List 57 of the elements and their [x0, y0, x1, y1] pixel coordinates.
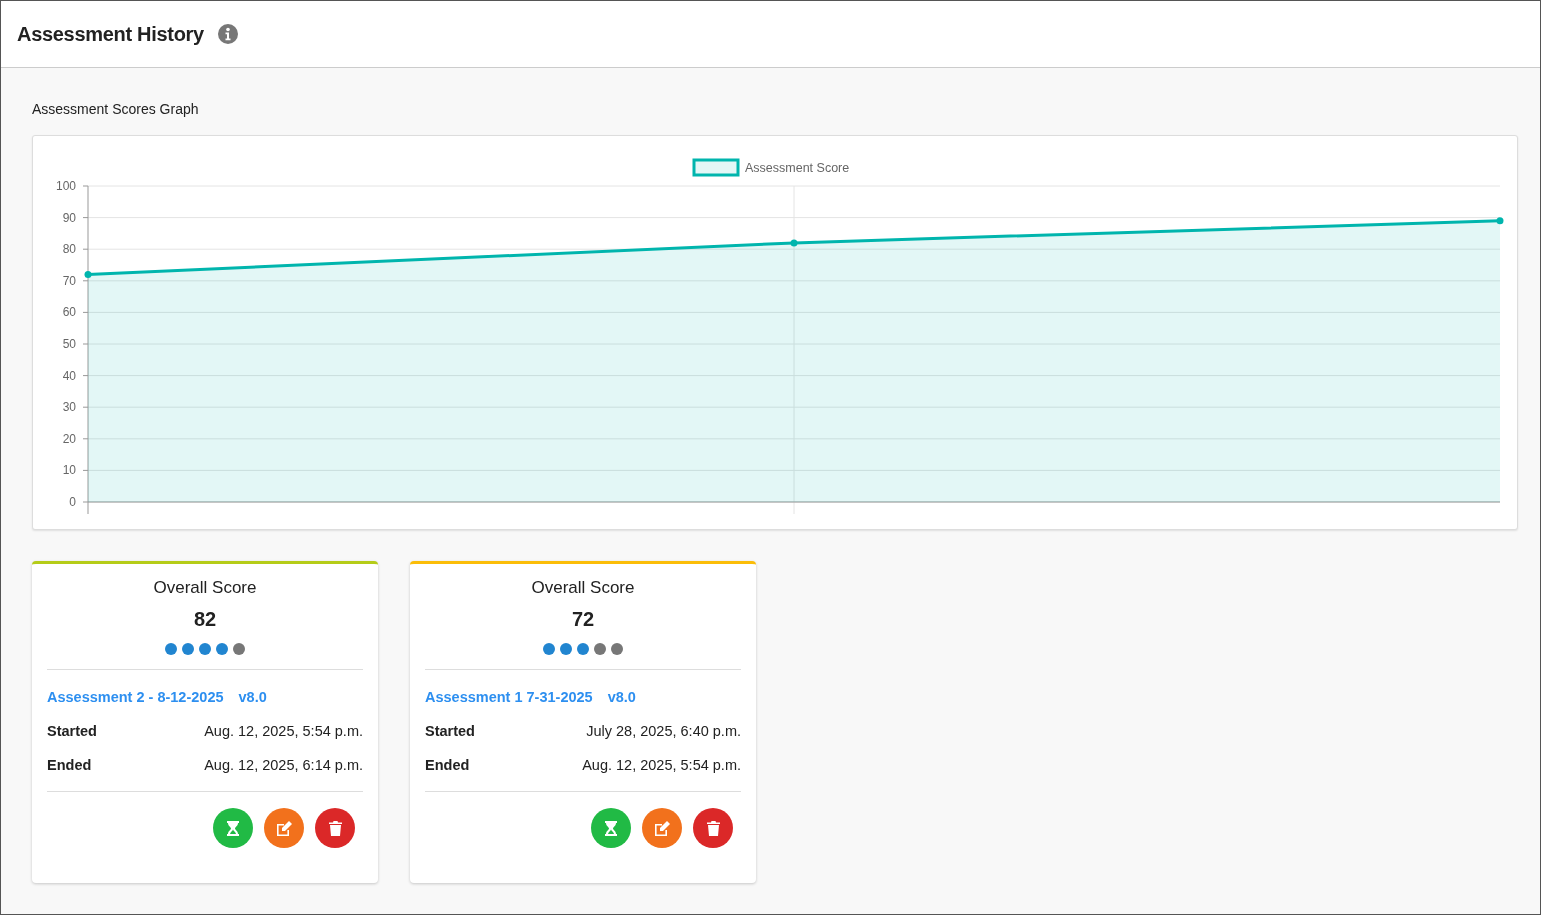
rating-dot	[165, 643, 177, 655]
ended-label: Ended	[47, 757, 92, 773]
hourglass-button[interactable]	[213, 808, 253, 848]
rating-dot	[233, 643, 245, 655]
delete-button[interactable]	[315, 808, 355, 848]
data-point	[1496, 217, 1504, 225]
axis-tick-label: 100	[55, 179, 76, 193]
data-point	[84, 271, 92, 278]
score-value: 82	[193, 608, 217, 631]
rating-dot	[216, 643, 228, 655]
started-value: Aug. 12, 2025, 5:54 p.m.	[204, 723, 363, 739]
assessment-link[interactable]: Assessment 1 7-31-2025	[425, 689, 593, 705]
hourglass-icon	[227, 820, 239, 836]
rating-dot	[543, 643, 555, 655]
graph-title: Assessment Scores Graph	[32, 101, 199, 117]
axis-tick-label: 30	[62, 400, 76, 415]
trash-icon	[328, 820, 342, 836]
axis-tick-label: 0	[69, 495, 76, 509]
overall-score-label: Overall Score	[531, 578, 635, 598]
rating-dot	[611, 643, 623, 655]
ended-value: Aug. 12, 2025, 6:14 p.m.	[204, 757, 363, 773]
hourglass-button[interactable]	[591, 808, 631, 848]
ended-value: Aug. 12, 2025, 5:54 p.m.	[582, 757, 741, 773]
edit-icon	[654, 820, 670, 836]
score-value: 72	[571, 608, 595, 631]
version-link[interactable]: v8.0	[607, 689, 636, 705]
axis-tick-label: 40	[62, 368, 76, 383]
rating-dot	[199, 643, 211, 655]
axis-tick-label: 60	[62, 305, 76, 320]
data-point	[790, 239, 798, 247]
edit-button[interactable]	[642, 808, 682, 848]
axis-tick-label: 20	[62, 431, 76, 446]
assessment-link[interactable]: Assessment 2 - 8-12-2025	[47, 689, 224, 705]
axis-tick-label: 80	[62, 242, 76, 257]
page-title: Assessment History	[17, 22, 204, 46]
delete-button[interactable]	[693, 808, 733, 848]
started-value: July 28, 2025, 6:40 p.m.	[586, 723, 741, 739]
rating-dot	[577, 643, 589, 655]
edit-button[interactable]	[264, 808, 304, 848]
ended-label: Ended	[425, 757, 470, 773]
rating-dot	[594, 643, 606, 655]
legend-label: Assessment Score	[745, 161, 850, 175]
axis-tick-label: 90	[62, 210, 76, 225]
trash-icon	[706, 820, 720, 836]
overall-score-label: Overall Score	[153, 578, 257, 598]
legend-swatch	[692, 158, 740, 177]
version-link[interactable]: v8.0	[238, 689, 267, 705]
started-label: Started	[425, 723, 475, 739]
info-icon[interactable]	[217, 24, 238, 44]
rating-dot	[182, 643, 194, 655]
axis-tick-label: 50	[62, 337, 76, 351]
axis-tick-label: 70	[62, 273, 76, 288]
hourglass-icon	[605, 820, 617, 836]
edit-icon	[276, 820, 292, 836]
rating-dot	[560, 643, 572, 655]
axis-tick-label: 10	[62, 463, 76, 478]
started-label: Started	[47, 723, 97, 739]
